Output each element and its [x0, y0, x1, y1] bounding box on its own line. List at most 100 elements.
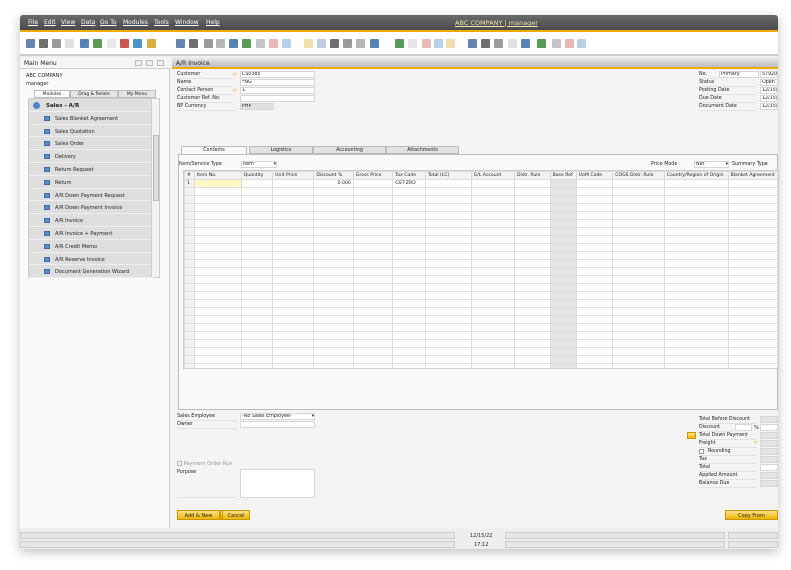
- grid-cell[interactable]: [470, 203, 516, 212]
- grid-cell[interactable]: [470, 363, 516, 368]
- grid-cell[interactable]: [313, 251, 354, 260]
- grid-cell[interactable]: [424, 267, 472, 276]
- grid-cell[interactable]: [575, 235, 614, 244]
- grid-cell[interactable]: [240, 291, 274, 300]
- grid-cell[interactable]: [193, 363, 242, 368]
- grid-cell[interactable]: [272, 339, 315, 348]
- grid-cell[interactable]: [392, 251, 426, 260]
- grid-cell[interactable]: [392, 307, 426, 316]
- grid-cell[interactable]: [575, 251, 614, 260]
- grid-cell[interactable]: [240, 251, 274, 260]
- grid-cell[interactable]: [424, 363, 472, 368]
- grid-cell[interactable]: [184, 291, 195, 300]
- grid-cell[interactable]: [193, 187, 242, 196]
- grid-cell[interactable]: [392, 363, 426, 368]
- grid-cell[interactable]: [424, 203, 472, 212]
- grid-cell[interactable]: [470, 195, 516, 204]
- grid-cell[interactable]: [514, 283, 551, 292]
- grid-cell[interactable]: [663, 227, 729, 236]
- grid-cell[interactable]: [193, 307, 242, 316]
- grid-cell[interactable]: [549, 315, 577, 324]
- menu-item[interactable]: A/R Credit Memo: [29, 240, 153, 253]
- grid-cell[interactable]: [727, 267, 778, 276]
- grid-cell[interactable]: [549, 331, 577, 340]
- grid-cell[interactable]: [575, 283, 614, 292]
- grid-cell[interactable]: [272, 179, 315, 188]
- grid-cell[interactable]: [313, 259, 354, 268]
- grid-cell[interactable]: [313, 307, 354, 316]
- grid-cell[interactable]: [727, 235, 778, 244]
- base-document-icon[interactable]: [304, 39, 313, 48]
- grid-cell[interactable]: [424, 251, 472, 260]
- column-header[interactable]: Item No.: [193, 171, 242, 180]
- menu-view[interactable]: View: [61, 19, 75, 26]
- field-label[interactable]: BP Currency: [177, 104, 237, 111]
- grid-cell[interactable]: [272, 363, 315, 368]
- lock-icon[interactable]: [147, 39, 156, 48]
- grid-cell[interactable]: [663, 307, 729, 316]
- field-input[interactable]: 1: [240, 87, 315, 94]
- grid-cell[interactable]: [727, 211, 778, 220]
- minimize-icon[interactable]: [135, 60, 142, 66]
- last-record-icon[interactable]: [242, 39, 251, 48]
- column-header[interactable]: UoM Code: [575, 171, 614, 180]
- grid-cell[interactable]: [352, 251, 394, 260]
- alert-icon[interactable]: [481, 39, 490, 48]
- message2-icon[interactable]: [446, 39, 455, 48]
- grid-cell[interactable]: [272, 203, 315, 212]
- grid-cell[interactable]: [240, 347, 274, 356]
- grid-cell[interactable]: [727, 299, 778, 308]
- grid-cell[interactable]: [575, 211, 614, 220]
- grid-cell[interactable]: [313, 323, 354, 332]
- grid-cell[interactable]: [424, 339, 472, 348]
- previous-record-icon[interactable]: [216, 39, 225, 48]
- grid-cell[interactable]: [612, 251, 665, 260]
- grid-cell[interactable]: [727, 243, 778, 252]
- grid-cell[interactable]: [392, 219, 426, 228]
- grid-cell[interactable]: [193, 259, 242, 268]
- grid-cell[interactable]: [612, 179, 665, 188]
- grid-cell[interactable]: [575, 187, 614, 196]
- grid-cell[interactable]: [470, 275, 516, 284]
- grid-cell[interactable]: [392, 291, 426, 300]
- payment-order-run-checkbox[interactable]: Payment Order Run: [177, 461, 232, 467]
- grid-cell[interactable]: [612, 355, 665, 364]
- grid-cell[interactable]: [240, 259, 274, 268]
- grid-cell[interactable]: [470, 307, 516, 316]
- grid-cell[interactable]: [575, 331, 614, 340]
- new-doc-icon[interactable]: [408, 39, 417, 48]
- grid-cell[interactable]: [240, 195, 274, 204]
- grid-cell[interactable]: [663, 195, 729, 204]
- grid-cell[interactable]: [470, 251, 516, 260]
- table-row[interactable]: [184, 331, 778, 340]
- grid-cell[interactable]: [424, 195, 472, 204]
- grid-cell[interactable]: [272, 219, 315, 228]
- grid-cell[interactable]: [612, 363, 665, 368]
- grid-cell[interactable]: [470, 347, 516, 356]
- grid-cell[interactable]: [549, 275, 577, 284]
- module-sales-ar[interactable]: Sales - A/R: [29, 99, 153, 112]
- grid-cell[interactable]: [663, 179, 729, 188]
- grid-cell[interactable]: [575, 355, 614, 364]
- grid-cell[interactable]: [193, 339, 242, 348]
- grid-cell[interactable]: [514, 251, 551, 260]
- grid-cell[interactable]: [352, 347, 394, 356]
- grid-cell[interactable]: [272, 299, 315, 308]
- grid-cell[interactable]: [663, 355, 729, 364]
- grid-cell[interactable]: [193, 179, 242, 188]
- grid-cell[interactable]: [663, 259, 729, 268]
- table-row[interactable]: [184, 363, 778, 368]
- grid-cell[interactable]: [240, 331, 274, 340]
- grid-cell[interactable]: [184, 315, 195, 324]
- grid-cell[interactable]: [470, 179, 516, 188]
- grid-cell[interactable]: [663, 251, 729, 260]
- table-row[interactable]: [184, 347, 778, 356]
- preview-icon[interactable]: [26, 39, 35, 48]
- grid-cell[interactable]: [193, 243, 242, 252]
- grid-cell[interactable]: [575, 243, 614, 252]
- grid-cell[interactable]: [193, 235, 242, 244]
- grid-cell[interactable]: [575, 195, 614, 204]
- items-grid[interactable]: # Item No. Quantity Unit Price Discount % Gro…: [183, 170, 779, 369]
- table-row[interactable]: [184, 299, 778, 308]
- grid-cell[interactable]: [240, 339, 274, 348]
